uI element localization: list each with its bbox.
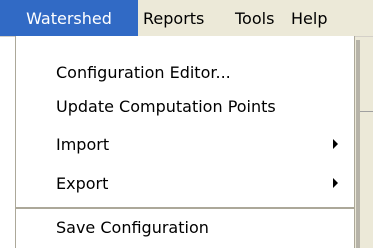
dropdown-shadow	[356, 40, 360, 248]
background-divider	[360, 111, 373, 112]
chevron-right-icon	[333, 139, 338, 149]
watershed-dropdown-menu: Configuration Editor... Update Computati…	[15, 36, 355, 248]
screen: Watershed Reports Tools Help Configurati…	[0, 0, 373, 248]
menu-item-label: Configuration Editor...	[56, 62, 231, 82]
menu-item-export[interactable]: Export	[16, 165, 354, 201]
menu-item-label: Update Computation Points	[56, 96, 276, 116]
menu-bar: Watershed Reports Tools Help	[0, 0, 373, 37]
menu-item-import[interactable]: Import	[16, 126, 354, 162]
menu-item-save-configuration[interactable]: Save Configuration	[16, 209, 354, 245]
menu-item-configuration-editor[interactable]: Configuration Editor...	[16, 54, 354, 90]
menu-reports[interactable]: Reports	[138, 0, 227, 36]
chevron-right-icon	[333, 178, 338, 188]
menu-tools[interactable]: Tools	[227, 0, 287, 36]
menu-help[interactable]: Help	[287, 0, 373, 36]
menu-item-label: Save Configuration	[56, 217, 209, 237]
menu-item-update-computation-points[interactable]: Update Computation Points	[16, 88, 354, 124]
menu-item-label: Export	[56, 173, 109, 193]
menu-watershed[interactable]: Watershed	[0, 0, 138, 36]
menu-item-label: Import	[56, 134, 110, 154]
